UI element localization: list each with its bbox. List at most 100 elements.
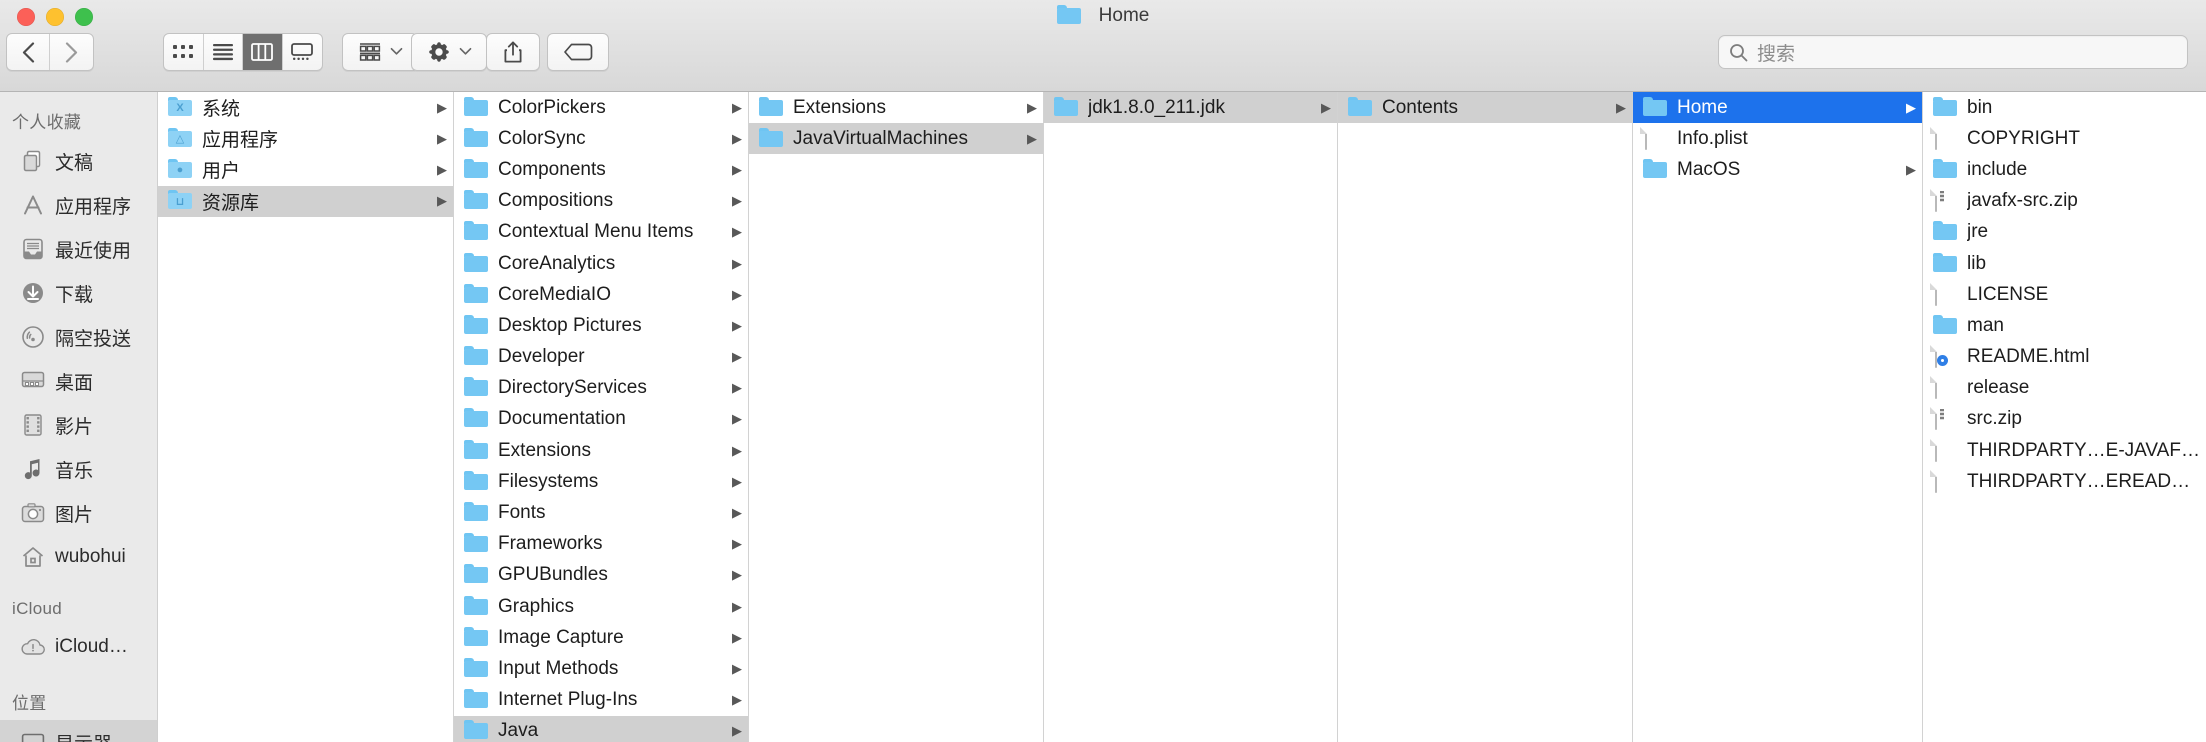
file-name: Contents (1382, 96, 1459, 118)
folder-icon (1057, 5, 1081, 27)
sidebar-item-icloud-drive[interactable]: iCloud… (0, 625, 157, 669)
sidebar-item-movies[interactable]: 影片 (0, 403, 157, 447)
sidebar-item-label: iCloud… (55, 636, 128, 657)
file-name: THIRDPARTY…E-JAVAFX.txt (1967, 439, 2202, 461)
icon-view-button[interactable] (164, 34, 204, 70)
zoom-window-button[interactable] (75, 8, 93, 26)
file-row[interactable]: src.zip (1923, 404, 2206, 435)
file-row[interactable]: △ 应用程序 ▶ (158, 123, 453, 154)
file-name: Image Capture (498, 626, 624, 648)
file-row[interactable]: javafx-src.zip (1923, 186, 2206, 217)
file-row[interactable]: Extensions ▶ (749, 92, 1043, 123)
file-row[interactable]: ⊔ 资源库 ▶ (158, 185, 453, 217)
file-row[interactable]: Fonts ▶ (454, 497, 748, 528)
file-row[interactable]: Java ▶ (454, 715, 748, 742)
group-by-button[interactable] (342, 33, 418, 71)
action-menu-button[interactable] (411, 33, 487, 71)
file-name: GPUBundles (498, 564, 608, 586)
file-row[interactable]: Frameworks ▶ (454, 529, 748, 560)
file-row[interactable]: Input Methods ▶ (454, 653, 748, 684)
tags-button[interactable] (547, 33, 609, 71)
home-icon (20, 544, 46, 570)
finder-window: Home 搜索 个人收藏 文稿 应用程序 最近使用 下载 隔空投送 桌面 影片 … (0, 0, 2206, 742)
search-field[interactable]: 搜索 (1718, 35, 2188, 69)
file-row[interactable]: Contextual Menu Items ▶ (454, 217, 748, 248)
sidebar-item-label: 桌面 (55, 372, 94, 394)
file-row[interactable]: bin (1923, 92, 2206, 123)
minimize-window-button[interactable] (46, 8, 64, 26)
column-view-icon (251, 43, 274, 61)
sidebar: 个人收藏 文稿 应用程序 最近使用 下载 隔空投送 桌面 影片 音乐 图片 wu… (0, 92, 158, 742)
file-row[interactable]: man (1923, 310, 2206, 341)
file-row[interactable]: release (1923, 373, 2206, 404)
list-view-button[interactable] (204, 34, 243, 70)
file-row[interactable]: Image Capture ▶ (454, 622, 748, 653)
file-row[interactable]: Extensions ▶ (454, 435, 748, 466)
file-row[interactable]: Components ▶ (454, 154, 748, 185)
column-root: X 系统 ▶ △ 应用程序 ▶ ● 用户 ▶ ⊔ 资源库 ▶ (158, 92, 454, 742)
file-row[interactable]: CoreMediaIO ▶ (454, 279, 748, 310)
file-row[interactable]: DirectoryServices ▶ (454, 373, 748, 404)
disclosure-arrow-icon: ▶ (732, 99, 742, 115)
sidebar-item-home[interactable]: wubohui (0, 535, 157, 579)
gallery-view-button[interactable] (283, 34, 322, 70)
sidebar-item-documents[interactable]: 文稿 (0, 139, 157, 183)
file-row[interactable]: Developer ▶ (454, 342, 748, 373)
file-row[interactable]: Desktop Pictures ▶ (454, 310, 748, 341)
sidebar-item-music[interactable]: 音乐 (0, 447, 157, 491)
file-row[interactable]: ● 用户 ▶ (158, 154, 453, 185)
share-button[interactable] (486, 33, 540, 71)
document-icon (1933, 376, 1957, 400)
folder-icon (1643, 97, 1667, 119)
file-row[interactable]: Home ▶ (1633, 92, 1922, 124)
sidebar-item-recents[interactable]: 最近使用 (0, 227, 157, 271)
folder-icon (464, 221, 488, 243)
file-row[interactable]: CoreAnalytics ▶ (454, 248, 748, 279)
documents-icon (20, 148, 46, 174)
file-row[interactable]: THIRDPARTY…EREADME.txt (1923, 466, 2206, 497)
folder-icon (464, 128, 488, 150)
file-row[interactable]: jdk1.8.0_211.jdk ▶ (1044, 92, 1337, 124)
disclosure-arrow-icon: ▶ (732, 505, 742, 521)
sidebar-item-desktop[interactable]: 桌面 (0, 359, 157, 403)
file-row[interactable]: ColorPickers ▶ (454, 92, 748, 123)
file-row[interactable]: Info.plist (1633, 123, 1922, 154)
file-row[interactable]: JavaVirtualMachines ▶ (749, 123, 1043, 155)
file-row[interactable]: THIRDPARTY…E-JAVAFX.txt (1923, 435, 2206, 466)
file-name: javafx-src.zip (1967, 190, 2078, 212)
file-row[interactable]: Documentation ▶ (454, 404, 748, 435)
file-row[interactable]: COPYRIGHT (1923, 123, 2206, 154)
sidebar-item-airdrop[interactable]: 隔空投送 (0, 315, 157, 359)
sidebar-item-pictures[interactable]: 图片 (0, 491, 157, 535)
file-row[interactable]: lib (1923, 248, 2206, 279)
file-row[interactable]: include (1923, 154, 2206, 185)
file-row[interactable]: Contents ▶ (1338, 92, 1632, 124)
back-button[interactable] (7, 34, 51, 70)
file-row[interactable]: Filesystems ▶ (454, 466, 748, 497)
file-row[interactable]: LICENSE (1923, 279, 2206, 310)
file-row[interactable]: X 系统 ▶ (158, 92, 453, 123)
column-view-button[interactable] (243, 34, 283, 70)
file-row[interactable]: Graphics ▶ (454, 591, 748, 622)
folder-icon (759, 97, 783, 119)
chevron-right-icon (65, 41, 78, 63)
sidebar-item-downloads[interactable]: 下载 (0, 271, 157, 315)
file-row[interactable]: GPUBundles ▶ (454, 560, 748, 591)
file-row[interactable]: Compositions ▶ (454, 186, 748, 217)
list-view-icon (212, 44, 233, 61)
forward-button[interactable] (50, 34, 93, 70)
file-name: Desktop Pictures (498, 314, 642, 336)
close-window-button[interactable] (17, 8, 35, 26)
disclosure-arrow-icon: ▶ (437, 161, 447, 177)
file-row[interactable]: Internet Plug-Ins ▶ (454, 685, 748, 716)
file-row[interactable]: MacOS ▶ (1633, 154, 1922, 185)
sidebar-item-display[interactable]: 显示器 (0, 720, 157, 742)
file-row[interactable]: jre (1923, 217, 2206, 248)
file-name: Info.plist (1677, 127, 1748, 149)
file-row[interactable]: ColorSync ▶ (454, 123, 748, 154)
file-name: src.zip (1967, 408, 2022, 430)
sidebar-item-applications[interactable]: 应用程序 (0, 183, 157, 227)
file-row[interactable]: README.html (1923, 342, 2206, 373)
disclosure-arrow-icon: ▶ (437, 193, 447, 209)
disclosure-arrow-icon: ▶ (732, 567, 742, 583)
